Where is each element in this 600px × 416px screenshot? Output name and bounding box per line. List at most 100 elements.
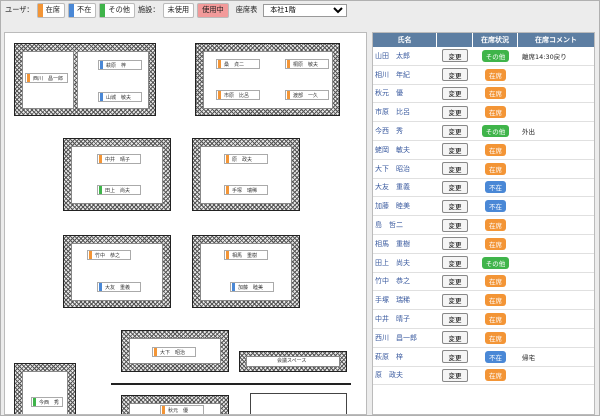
table-row: 原 政夫 変更 在席 [373,367,594,386]
user-legend-label: ユーザ： [5,5,34,14]
employee-name-link[interactable]: 萩原 梓 [373,352,437,362]
employee-name-link[interactable]: 中井 晴子 [373,314,437,324]
seat[interactable]: 西川 昌一郎 [25,73,68,83]
seating-chart-select[interactable]: 本社1階 [263,3,348,17]
change-button[interactable]: 変更 [442,162,468,176]
change-button[interactable]: 変更 [442,143,468,157]
seat[interactable]: 大友 重義 [97,282,141,292]
seat[interactable]: 原 政夫 [224,154,268,164]
status-badge: 在席 [485,68,506,81]
employee-name-link[interactable]: 島 哲二 [373,220,437,230]
seat[interactable]: 田上 尚夫 [97,185,141,195]
facility-legend-label: 施設： [137,5,160,14]
comment-text: 外出 [522,128,535,137]
desk-island [195,43,340,116]
status-badge: 不在 [485,181,506,194]
seat[interactable]: 秋元 優 [160,405,204,414]
employee-name-link[interactable]: 大下 昭治 [373,164,437,174]
absent-color-icon [69,3,74,17]
change-button[interactable]: 変更 [442,68,468,82]
status-badge: 在席 [485,106,506,119]
table-row: 今西 秀変更 その他 外出 [373,122,594,141]
employee-name-link[interactable]: 山田 太郎 [373,51,437,61]
status-badge: 在席 [485,313,506,326]
seat[interactable]: 渡部 一久 [285,90,329,100]
status-header: 在席状況 [473,33,518,47]
comment-text: 帰宅 [522,353,535,362]
table-row: 田上 尚夫 変更 その他 [373,254,594,273]
table-row: 大友 重義 変更 不在 [373,179,594,198]
change-button[interactable]: 変更 [442,49,468,63]
change-button[interactable]: 変更 [442,312,468,326]
seat[interactable]: 萩原 梓 [98,60,142,70]
employee-name-link[interactable]: 相川 年紀 [373,70,437,80]
status-badge: 在席 [485,237,506,250]
other-color-icon [100,3,106,17]
employee-name-link[interactable]: 市原 比呂 [373,107,437,117]
seat[interactable]: 手塚 瑞稀 [224,185,268,195]
status-badge: 在席 [485,143,506,156]
table-row: 大下 昭治 変更 在席 [373,160,594,179]
employee-name-link[interactable]: 大友 重義 [373,182,437,192]
table-row: 萩原 梓変更 不在 帰宅 [373,348,594,367]
change-button[interactable]: 変更 [442,86,468,100]
change-button[interactable]: 変更 [442,293,468,307]
change-button[interactable]: 変更 [442,350,468,364]
employee-name-link[interactable]: 秋元 優 [373,88,437,98]
status-badge: その他 [481,256,510,269]
legend-present: 在席 [36,2,65,18]
desk-island [63,235,171,308]
comment-header: 在席コメント [535,36,577,44]
change-button[interactable]: 変更 [442,256,468,270]
employee-name-link[interactable]: 西川 昌一郎 [373,333,437,343]
seat[interactable]: 相馬 重樹 [224,250,268,260]
seat[interactable]: 桑 貞二 [216,59,260,69]
employee-name-link[interactable]: 原 政夫 [373,370,437,380]
app-window: ユーザ： 在席 不在 その他 施設： 未使用 使用中 座席表 本社1階 会議スペ… [0,0,600,416]
employee-name-link[interactable]: 相馬 重樹 [373,239,437,249]
employee-name-link[interactable]: 竹中 恭之 [373,276,437,286]
status-badge: その他 [481,125,510,138]
seat[interactable]: 市原 比呂 [216,90,260,100]
meeting-space-label: 会議スペース [276,357,308,364]
present-color-icon [37,3,43,17]
status-table: 氏名 在席状況 在席コメント 山田 太郎 変更 その他 離席14:30戻り 相川 年紀変… [372,32,595,415]
change-button[interactable]: 変更 [442,105,468,119]
comment-text: 離席14:30戻り [522,52,567,61]
seat[interactable]: 大下 昭治 [152,347,196,357]
seat[interactable]: 中井 晴子 [97,154,141,164]
seat[interactable]: 桐原 敏夫 [285,59,329,69]
seat[interactable]: 加藤 睦美 [230,282,274,292]
floor-map: 会議スペース 西川 昌一郎 萩原 梓 山城 敏夫 桑 貞二 桐原 敏夫 市原 比… [4,32,367,415]
desk-island [192,235,300,308]
employee-name-link[interactable]: 手塚 瑞稀 [373,295,437,305]
legend-absent: 不在 [68,2,97,18]
change-button[interactable]: 変更 [442,199,468,213]
table-row: 西川 昌一郎 変更 在席 [373,329,594,348]
table-row: 秋元 優変更 在席 [373,85,594,104]
change-button[interactable]: 変更 [442,124,468,138]
seat[interactable]: 山城 敏夫 [98,92,142,102]
status-badge: 在席 [485,331,506,344]
change-button[interactable]: 変更 [442,180,468,194]
desk-island [192,138,300,211]
legend-unused: 未使用 [162,2,195,18]
change-button[interactable]: 変更 [442,237,468,251]
employee-name-link[interactable]: 加藤 睦美 [373,201,437,211]
table-row: 島 哲二 変更 在席 [373,216,594,235]
status-badge: その他 [481,49,510,62]
seat[interactable]: 竹中 恭之 [87,250,131,260]
change-button[interactable]: 変更 [442,218,468,232]
employee-name-link[interactable]: 田上 尚夫 [373,258,437,268]
status-badge: 在席 [485,275,506,288]
employee-name-link[interactable]: 今西 秀 [373,126,437,136]
empty-room [250,393,347,414]
employee-name-link[interactable]: 蛯岡 敏夫 [373,145,437,155]
change-button[interactable]: 変更 [442,274,468,288]
status-badge: 在席 [485,162,506,175]
seat[interactable]: 今西 秀 [31,397,63,407]
meeting-space[interactable]: 会議スペース [239,351,347,372]
change-button[interactable]: 変更 [442,368,468,382]
status-badge: 在席 [485,87,506,100]
change-button[interactable]: 変更 [442,331,468,345]
